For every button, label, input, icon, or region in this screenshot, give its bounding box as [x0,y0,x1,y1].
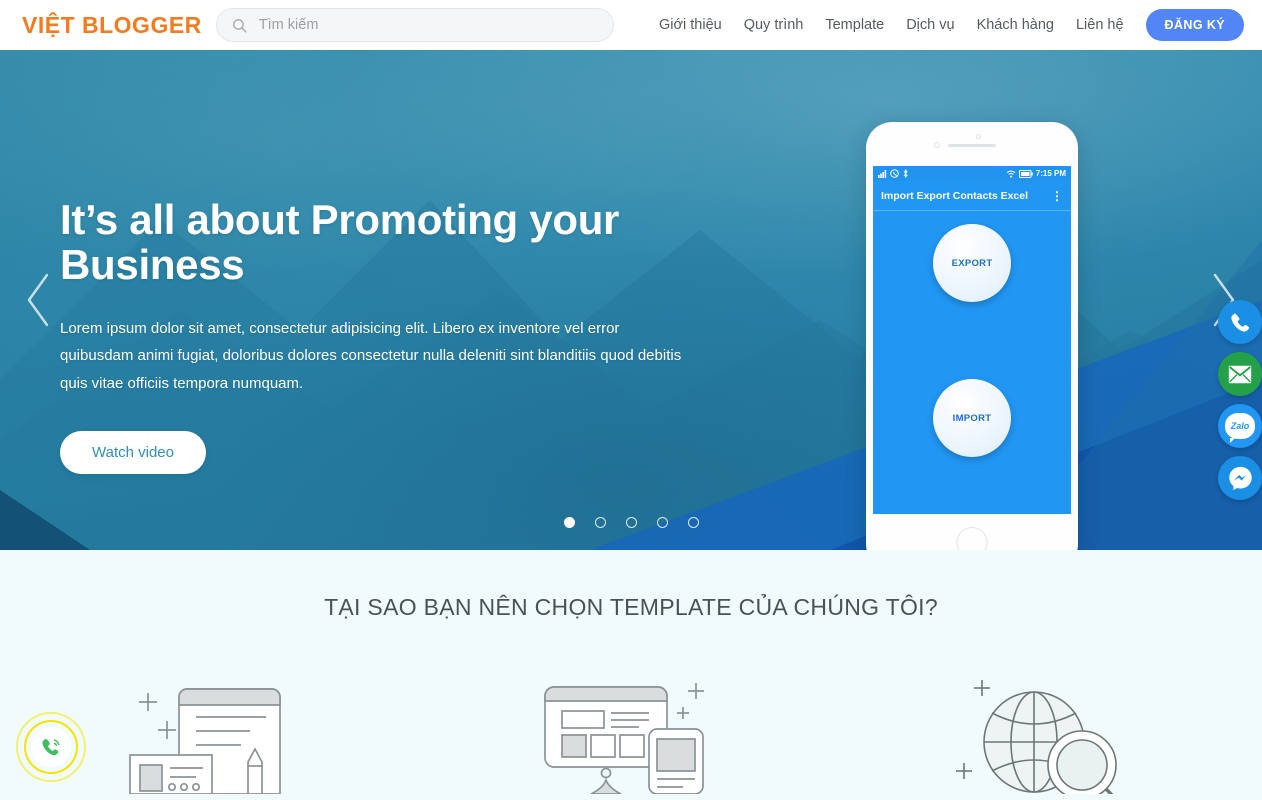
features-section: TẠI SAO BẠN NÊN CHỌN TEMPLATE CỦA CHÚNG … [0,550,1262,800]
feature-item-responsive [481,669,781,794]
battery-icon [1018,169,1033,178]
hero-content: It’s all about Promoting your Business L… [60,196,700,474]
phone-mockup: 7:15 PM Import Export Contacts Excel ⋮ E… [866,122,1078,550]
carousel-dot-5[interactable] [687,517,699,528]
search-icon [231,17,248,34]
carousel-dot-1[interactable] [563,517,575,528]
features-row [0,669,1262,794]
phone-import-button[interactable]: IMPORT [933,379,1011,457]
messenger-icon [1228,466,1252,490]
responsive-devices-icon [544,683,704,794]
social-email-button[interactable] [1218,352,1262,396]
chevron-left-icon [27,273,49,327]
bluetooth-icon [903,169,908,178]
main-nav: Giới thiệu Quy trình Template Dịch vụ Kh… [659,9,1244,41]
phone-home-button[interactable] [956,527,988,550]
nav-item-gioi-thieu[interactable]: Giới thiệu [659,17,722,33]
phone-sensor-icon [976,134,981,139]
signal-icon [878,169,887,178]
site-header: VIỆT BLOGGER Giới thiệu Quy trình Templa… [0,0,1262,50]
watch-video-button[interactable]: Watch video [60,430,206,474]
nav-item-lien-he[interactable]: Liên hệ [1076,17,1124,33]
phone-screen: 7:15 PM Import Export Contacts Excel ⋮ E… [873,166,1071,514]
phone-clock: 7:15 PM [1035,169,1066,178]
floating-call-widget[interactable] [16,712,86,782]
phone-camera-icon [934,142,940,148]
phone-status-bar: 7:15 PM [873,166,1071,181]
search-box[interactable] [215,8,614,42]
phone-ring-icon [41,738,60,755]
search-input[interactable] [258,17,599,33]
nav-item-quy-trinh[interactable]: Quy trình [744,17,804,33]
phone-status-right: 7:15 PM [1006,169,1066,178]
social-messenger-button[interactable] [1218,456,1262,500]
brand-logo[interactable]: VIỆT BLOGGER [22,12,202,39]
signup-button[interactable]: ĐĂNG KÝ [1145,9,1244,41]
page-root: VIỆT BLOGGER Giới thiệu Quy trình Templa… [0,0,1262,800]
feature-item-content [60,669,360,794]
social-phone-button[interactable] [1218,300,1262,344]
hero-subtitle: Lorem ipsum dolor sit amet, consectetur … [60,320,682,392]
floating-social-bar: Zalo [1218,300,1262,500]
social-zalo-button[interactable]: Zalo [1218,404,1262,448]
phone-icon [1230,312,1249,332]
carousel-dot-2[interactable] [594,517,606,528]
phone-speaker [948,144,996,147]
phone-earpiece-area [866,122,1078,166]
nav-item-dich-vu[interactable]: Dịch vụ [906,17,954,33]
hero-title: It’s all about Promoting your Business [60,196,620,288]
hero-carousel: It’s all about Promoting your Business L… [0,50,1262,550]
carousel-dot-3[interactable] [625,517,637,528]
wifi-icon [1006,170,1016,178]
carousel-dot-4[interactable] [656,517,668,528]
whatsapp-icon [890,169,899,178]
phone-app-bar: Import Export Contacts Excel ⋮ [873,181,1071,211]
call-core [31,727,71,767]
document-content-icon [129,688,282,794]
carousel-prev-button[interactable] [22,269,56,331]
features-title: TẠI SAO BẠN NÊN CHỌN TEMPLATE CỦA CHÚNG … [324,594,938,620]
envelope-icon [1228,365,1252,383]
phone-app-title: Import Export Contacts Excel [881,189,1029,202]
carousel-dots [0,517,1262,528]
nav-item-khach-hang[interactable]: Khách hàng [977,17,1054,33]
globe-search-icon [955,680,1117,794]
phone-export-button[interactable]: EXPORT [933,224,1011,302]
kebab-menu-icon[interactable]: ⋮ [1051,190,1063,202]
zalo-icon: Zalo [1225,413,1255,443]
feature-item-seo [902,669,1202,794]
nav-item-template[interactable]: Template [825,17,884,33]
